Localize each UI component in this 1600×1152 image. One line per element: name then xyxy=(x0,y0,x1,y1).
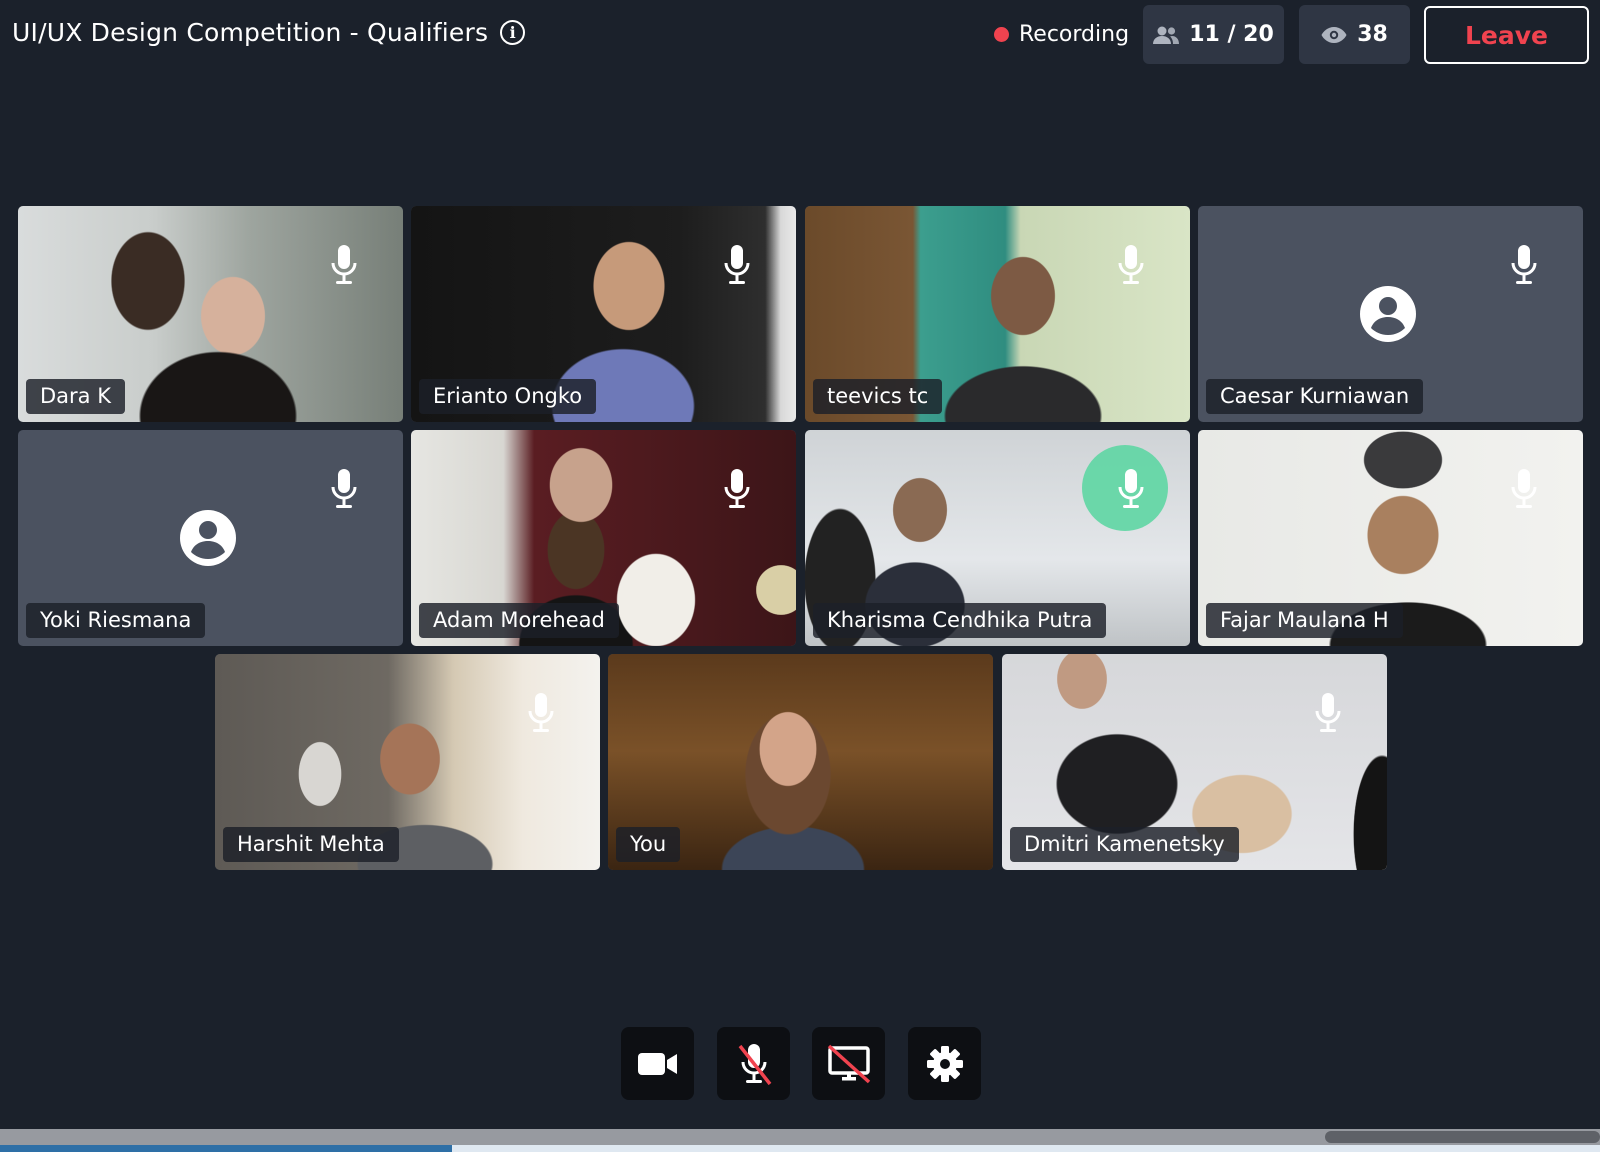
viewers-count: 38 xyxy=(1357,22,1388,47)
microphone-icon xyxy=(724,469,750,508)
recording-label: Recording xyxy=(1019,22,1130,47)
participant-tile-teevics-tc[interactable]: teevics tc xyxy=(805,206,1190,422)
participant-name: Yoki Riesmana xyxy=(26,603,206,638)
participant-name: Adam Morehead xyxy=(419,603,619,638)
camera-toggle-button[interactable] xyxy=(621,1027,694,1100)
participant-name: Caesar Kurniawan xyxy=(1206,379,1424,414)
participant-name: teevics tc xyxy=(813,379,943,414)
participant-name: You xyxy=(616,827,681,862)
info-icon[interactable]: i xyxy=(500,20,526,45)
gear-icon xyxy=(926,1045,963,1082)
screen-share-off-icon xyxy=(827,1044,870,1083)
microphone-icon xyxy=(1511,469,1537,508)
scrollbar-thumb[interactable] xyxy=(1325,1131,1600,1143)
participant-name: Fajar Maulana H xyxy=(1206,603,1403,638)
participant-name: Dmitri Kamenetsky xyxy=(1010,827,1239,862)
microphone-off-icon xyxy=(738,1043,771,1085)
microphone-icon xyxy=(1315,693,1341,732)
people-icon xyxy=(1153,26,1180,44)
user-avatar-icon xyxy=(180,510,236,566)
top-bar: UI/UX Design Competition - Qualifiers i … xyxy=(0,0,1600,70)
meeting-title-text: UI/UX Design Competition - Qualifiers xyxy=(12,18,489,47)
participant-tile-harshit-mehta[interactable]: Harshit Mehta xyxy=(215,654,600,870)
participant-name: Dara K xyxy=(26,379,125,414)
eye-icon xyxy=(1321,26,1347,43)
user-avatar-icon xyxy=(1360,286,1416,342)
participant-name: Erianto Ongko xyxy=(419,379,597,414)
screen-share-button[interactable] xyxy=(812,1027,885,1100)
participant-tile-fajar-maulana-h[interactable]: Fajar Maulana H xyxy=(1198,430,1583,646)
participant-tile-caesar-kurniawan[interactable]: Caesar Kurniawan xyxy=(1198,206,1583,422)
meeting-title: UI/UX Design Competition - Qualifiers i xyxy=(12,18,526,47)
participants-count-button[interactable]: 11 / 20 xyxy=(1143,5,1284,64)
recording-indicator: Recording xyxy=(994,22,1129,47)
participant-tile-adam-morehead[interactable]: Adam Morehead xyxy=(411,430,796,646)
participant-name: Kharisma Cendhika Putra xyxy=(813,603,1107,638)
microphone-icon xyxy=(331,245,357,284)
participant-tile-kharisma-cendhika-putra[interactable]: Kharisma Cendhika Putra xyxy=(805,430,1190,646)
microphone-icon xyxy=(1118,469,1144,508)
recording-dot-icon xyxy=(994,27,1009,42)
participant-tile-erianto-ongko[interactable]: Erianto Ongko xyxy=(411,206,796,422)
settings-button[interactable] xyxy=(908,1027,981,1100)
participant-tile-yoki-riesmana[interactable]: Yoki Riesmana xyxy=(18,430,403,646)
mic-toggle-button[interactable] xyxy=(717,1027,790,1100)
microphone-icon xyxy=(1511,245,1537,284)
microphone-icon xyxy=(1118,245,1144,284)
video-camera-icon xyxy=(637,1052,677,1075)
taskbar-strip-accent xyxy=(0,1145,452,1152)
participant-tile-dmitri-kamenetsky[interactable]: Dmitri Kamenetsky xyxy=(1002,654,1387,870)
participant-tile-dara-k[interactable]: Dara K xyxy=(18,206,403,422)
participant-tile-you[interactable]: You xyxy=(608,654,993,870)
viewers-count-button[interactable]: 38 xyxy=(1299,5,1410,64)
microphone-icon xyxy=(528,693,554,732)
microphone-icon xyxy=(331,469,357,508)
participant-name: Harshit Mehta xyxy=(223,827,399,862)
microphone-icon xyxy=(724,245,750,284)
participants-count: 11 / 20 xyxy=(1189,22,1274,47)
leave-button[interactable]: Leave xyxy=(1424,6,1589,64)
